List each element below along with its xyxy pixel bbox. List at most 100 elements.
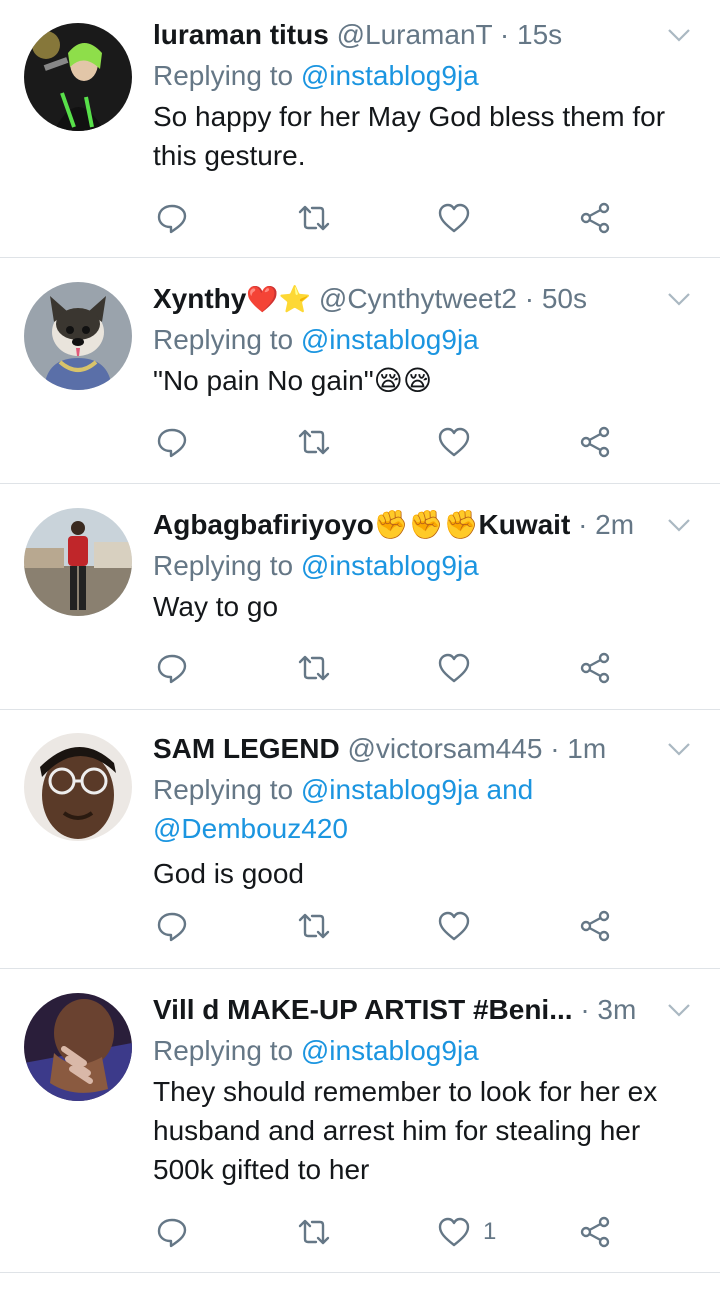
- reply-button[interactable]: [155, 648, 189, 688]
- reply-icon: [157, 912, 187, 942]
- tweet-text: They should remember to look for her ex …: [153, 1072, 700, 1189]
- tweet-text: So happy for her May God bless them for …: [153, 97, 700, 175]
- share-icon: [580, 426, 610, 458]
- author-name[interactable]: Agbagbafiriyoyo✊✊✊Kuwait: [153, 509, 570, 540]
- tweet-text: "No pain No gain"😪😪: [153, 361, 700, 400]
- name-emoji: ❤️⭐: [246, 284, 312, 314]
- heart-icon: [438, 203, 470, 233]
- reply-feed: luraman titus @LuramanT · 15s Replying t…: [0, 0, 720, 1273]
- tweet-text-line: "No pain No gain"😪😪: [153, 365, 433, 396]
- reply-icon: [157, 204, 187, 234]
- avatar[interactable]: [24, 993, 132, 1101]
- tweet[interactable]: SAM LEGEND @victorsam445 · 1m Replying t…: [0, 710, 720, 969]
- reply-icon: [157, 654, 187, 684]
- chevron-down-icon[interactable]: [666, 997, 692, 1023]
- replying-to-link[interactable]: @instablog9ja: [301, 60, 479, 91]
- share-button[interactable]: [578, 422, 612, 462]
- share-button[interactable]: [578, 1212, 612, 1252]
- tweet-text: Way to go: [153, 587, 700, 626]
- retweet-icon: [298, 429, 330, 455]
- tweet[interactable]: luraman titus @LuramanT · 15s Replying t…: [0, 0, 720, 258]
- like-count: 1: [483, 1218, 497, 1245]
- heart-icon: [438, 1217, 470, 1247]
- replying-to-link[interactable]: @instablog9ja: [301, 1035, 479, 1066]
- timestamp[interactable]: · 15s: [500, 19, 562, 50]
- replying-to-label: Replying to: [153, 1035, 301, 1066]
- chevron-down-icon[interactable]: [666, 22, 692, 48]
- heart-icon: [438, 911, 470, 941]
- author-name[interactable]: Vill d MAKE-UP ARTIST #Beni...: [153, 994, 573, 1025]
- retweet-button[interactable]: [297, 648, 331, 688]
- reply-button[interactable]: [155, 422, 189, 462]
- retweet-icon: [298, 205, 330, 231]
- retweet-icon: [298, 913, 330, 939]
- share-button[interactable]: [578, 648, 612, 688]
- reply-icon: [157, 428, 187, 458]
- like-button[interactable]: 1: [437, 1212, 496, 1252]
- tweet[interactable]: Agbagbafiriyoyo✊✊✊Kuwait · 2m Replying t…: [0, 484, 720, 710]
- retweet-icon: [298, 655, 330, 681]
- tweet-actions: 1: [0, 1212, 720, 1252]
- tweet-actions: [0, 906, 720, 946]
- tweet-text-line: God is good: [153, 858, 304, 889]
- share-button[interactable]: [578, 198, 612, 238]
- retweet-button[interactable]: [297, 1212, 331, 1252]
- like-button[interactable]: [437, 422, 483, 462]
- chevron-down-icon[interactable]: [666, 286, 692, 312]
- timestamp[interactable]: · 2m: [578, 509, 634, 540]
- share-icon: [580, 652, 610, 684]
- tweet-text-line: Way to go: [153, 591, 279, 622]
- avatar[interactable]: [24, 508, 132, 616]
- tweet-text-line: So happy for her May God bless them for: [153, 101, 666, 132]
- reply-icon: [157, 1218, 187, 1248]
- timestamp[interactable]: · 1m: [550, 733, 606, 764]
- timestamp[interactable]: · 3m: [580, 994, 636, 1025]
- tweet-actions: [0, 422, 720, 462]
- avatar[interactable]: [24, 282, 132, 390]
- share-button[interactable]: [578, 906, 612, 946]
- replying-to-label: Replying to: [153, 324, 301, 355]
- retweet-button[interactable]: [297, 198, 331, 238]
- tweet-text-line: 500k gifted to her: [153, 1154, 370, 1185]
- tweet[interactable]: Xynthy❤️⭐ @Cynthytweet2 · 50s Replying t…: [0, 258, 720, 484]
- tweet-actions: [0, 198, 720, 238]
- avatar[interactable]: [24, 733, 132, 841]
- author-handle[interactable]: @LuramanT: [337, 19, 493, 50]
- timestamp[interactable]: · 50s: [525, 283, 587, 314]
- tweet-text-line: this gesture.: [153, 140, 306, 171]
- author-handle[interactable]: @victorsam445: [347, 733, 542, 764]
- avatar[interactable]: [24, 23, 132, 131]
- author-handle[interactable]: @Cynthytweet2: [319, 283, 517, 314]
- like-button[interactable]: [437, 198, 483, 238]
- tweet[interactable]: Vill d MAKE-UP ARTIST #Beni... · 3m Repl…: [0, 969, 720, 1273]
- share-icon: [580, 1216, 610, 1248]
- chevron-down-icon[interactable]: [666, 512, 692, 538]
- author-name[interactable]: luraman titus: [153, 19, 329, 50]
- like-button[interactable]: [437, 648, 483, 688]
- replying-to-label: Replying to: [153, 550, 301, 581]
- share-icon: [580, 202, 610, 234]
- replying-to-link[interactable]: @instablog9ja: [301, 550, 479, 581]
- author-name[interactable]: Xynthy: [153, 283, 246, 314]
- chevron-down-icon[interactable]: [666, 736, 692, 762]
- author-name[interactable]: SAM LEGEND: [153, 733, 340, 764]
- share-icon: [580, 910, 610, 942]
- tweet-text-line: They should remember to look for her ex: [153, 1076, 658, 1107]
- replying-to-link[interactable]: @Dembouz420: [153, 813, 348, 844]
- replying-to-label: Replying to: [153, 60, 301, 91]
- replying-to-label: Replying to: [153, 774, 301, 805]
- tweet-text-line: husband and arrest him for stealing her: [153, 1115, 641, 1146]
- replying-to-link[interactable]: @instablog9ja: [301, 324, 479, 355]
- tweet-text: God is good: [153, 854, 700, 893]
- heart-icon: [438, 653, 470, 683]
- retweet-button[interactable]: [297, 422, 331, 462]
- tweet-actions: [0, 648, 720, 688]
- heart-icon: [438, 427, 470, 457]
- like-button[interactable]: [437, 906, 483, 946]
- replying-to-link[interactable]: @instablog9ja and: [301, 774, 533, 805]
- reply-button[interactable]: [155, 1212, 189, 1252]
- reply-button[interactable]: [155, 198, 189, 238]
- retweet-icon: [298, 1219, 330, 1245]
- retweet-button[interactable]: [297, 906, 331, 946]
- reply-button[interactable]: [155, 906, 189, 946]
